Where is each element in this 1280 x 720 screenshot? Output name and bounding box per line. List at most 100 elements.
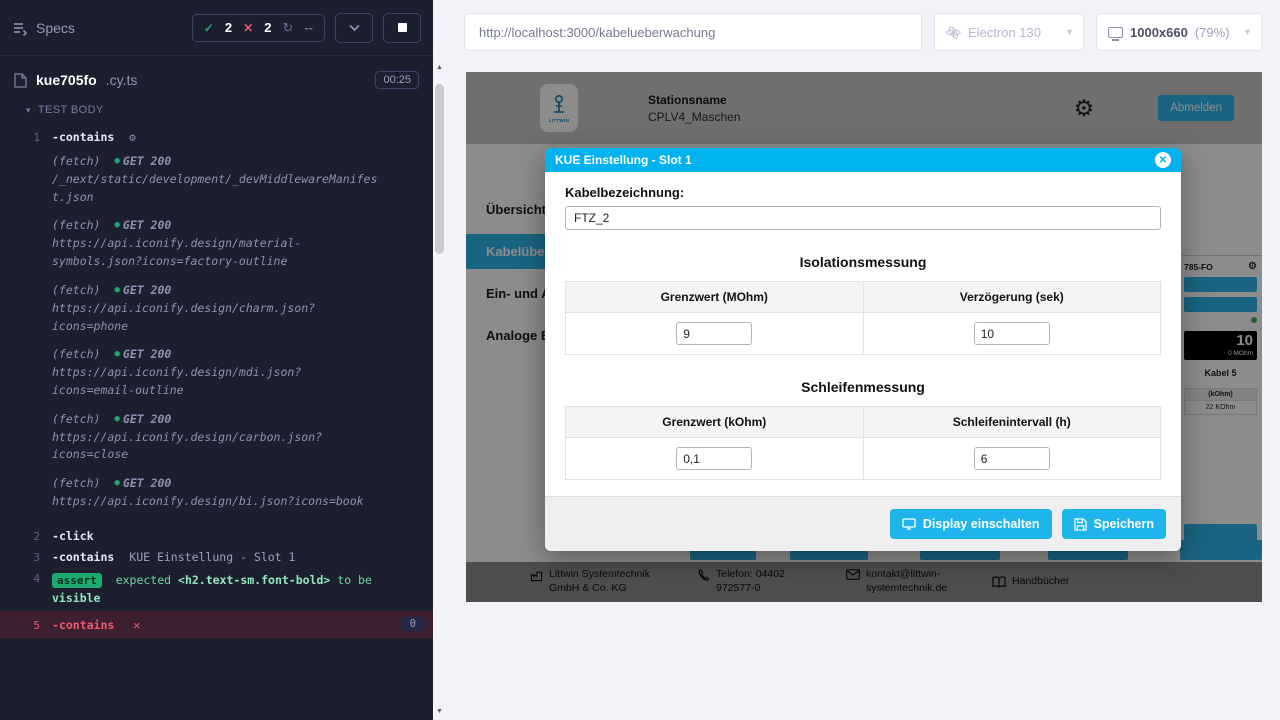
fetch-url: https://api.iconify.design/material-symb… [52,235,382,271]
test-body-label: TEST BODY [38,104,104,116]
status-dot-icon: ● [114,219,119,233]
pending-count: -- [304,20,313,35]
fail-x-icon: ✕ [133,618,140,632]
fetch-status: GET 200 [123,217,171,235]
viewport-selector[interactable]: 1000x660 (79%) ▾ [1096,13,1262,51]
spec-extension: .cy.ts [106,72,138,88]
fetch-label: (fetch) [52,153,100,171]
schleife-grenzwert-input[interactable] [676,447,752,470]
network-log-entry[interactable]: (fetch) ● GET 200 https://api.iconify.desi… [52,217,382,270]
modal-title: KUE Einstellung - Slot 1 [555,153,692,167]
chevron-down-icon [349,24,360,32]
spec-row[interactable]: kue705fo .cy.ts 00:25 [0,56,433,98]
network-log-entry[interactable]: (fetch) ● GET 200 https://api.iconify.desi… [52,475,382,511]
command-number: 2 [0,528,52,543]
scroll-up-icon[interactable]: ▲ [433,64,446,71]
command-name: contains [52,618,114,632]
display-einschalten-button[interactable]: Display einschalten [890,509,1052,539]
match-count-badge: 0 [401,617,425,631]
stop-button[interactable] [383,13,421,43]
fetch-status: GET 200 [123,153,171,171]
close-icon[interactable]: ✕ [1155,152,1171,168]
column-header: Verzögerung (sek) [863,282,1161,313]
chevron-down-icon: ▾ [1245,27,1250,38]
electron-icon [946,25,961,40]
url-bar[interactable]: http://localhost:3000/kabelueberwachung [464,13,922,51]
column-header: Schleifenintervall (h) [863,407,1161,438]
scrollbar-thumb[interactable] [435,84,444,254]
save-floppy-icon [1074,518,1087,531]
app-under-test: LITTWIN Stationsname CPLV4_Maschen ⚙ Abm… [466,72,1262,602]
fetch-label: (fetch) [52,475,100,493]
fetch-url: https://api.iconify.design/bi.json?icons… [52,493,382,511]
column-header: Grenzwert (kOhm) [566,407,864,438]
spec-name: kue705fo [36,72,97,88]
schleifenmessung-title: Schleifenmessung [565,379,1161,395]
fetch-url: https://api.iconify.design/charm.json?ic… [52,300,382,336]
command-row-assert[interactable]: 4 assert expected <h2.text-sm.font-bold>… [0,567,433,611]
collapse-button[interactable] [335,13,373,43]
schleifenintervall-input[interactable] [974,447,1050,470]
failed-count: 2 [264,20,271,35]
kabelbezeichnung-input[interactable] [565,206,1161,230]
modal-footer: Display einschalten Speichern [545,496,1181,551]
specs-list-icon [12,20,28,36]
assert-selector: <h2.text-sm.font-bold> [178,573,330,587]
fetch-label: (fetch) [52,346,100,364]
fetch-url: /_next/static/development/_devMiddleware… [52,171,382,207]
viewport-monitor-icon [1108,27,1123,38]
fetch-status: GET 200 [123,282,171,300]
assert-text: to be [337,573,372,587]
command-log: 1 contains ⚙ (fetch)●GET 200 /_next/stat… [0,120,433,638]
viewport-size: 1000x660 [1130,25,1188,40]
browser-selector[interactable]: Electron 130 ▾ [934,13,1084,51]
assert-expectation: visible [52,591,100,605]
command-number: 5 [0,617,52,632]
command-row-click[interactable]: 2 click [0,525,433,546]
network-log-entry[interactable]: (fetch)●GET 200 https://api.iconify.desi… [52,411,382,464]
stop-icon [398,23,407,32]
network-log-entry[interactable]: (fetch)●GET 200 https://api.iconify.desi… [52,282,382,335]
test-body-section[interactable]: ▾ TEST BODY [0,98,433,120]
kue-settings-modal: KUE Einstellung - Slot 1 ✕ Kabelbezeichn… [545,148,1181,551]
status-dot-icon: ● [114,477,119,491]
aut-toolbar: http://localhost:3000/kabelueberwachung … [446,0,1280,64]
pending-restart-icon: ↻ [282,20,293,36]
isolationsmessung-table: Grenzwert (MOhm) Verzögerung (sek) [565,281,1161,355]
spec-duration: 00:25 [375,71,419,89]
fetch-status: GET 200 [123,411,171,429]
iso-grenzwert-input[interactable] [676,322,752,345]
network-log-entry[interactable]: (fetch)●GET 200 https://api.iconify.desi… [52,346,382,399]
command-row-contains-modal[interactable]: 3 contains KUE Einstellung - Slot 1 [0,546,433,567]
assert-text: expected [116,573,171,587]
command-row-contains[interactable]: 1 contains ⚙ (fetch)●GET 200 /_next/stat… [0,126,433,525]
fetch-url: https://api.iconify.design/carbon.json?i… [52,429,382,465]
command-number: 3 [0,549,52,564]
chevron-down-icon: ▾ [1067,27,1072,38]
fetch-status: GET 200 [123,475,171,493]
specs-label: Specs [36,20,75,36]
modal-title-bar: KUE Einstellung - Slot 1 ✕ [545,148,1181,172]
command-message: KUE Einstellung - Slot 1 [129,550,295,564]
scroll-down-icon[interactable]: ▼ [433,708,446,715]
command-number: 1 [0,129,52,144]
test-stats: ✓ 2 ✕ 2 ↻ -- [192,14,325,42]
iso-verzoegerung-input[interactable] [974,322,1050,345]
network-log-entry[interactable]: (fetch)●GET 200 /_next/static/developmen… [52,153,382,206]
passed-count: 2 [225,20,232,35]
url-text: http://localhost:3000/kabelueberwachung [479,25,715,40]
fetch-label: (fetch) [52,217,100,235]
status-dot-icon: ● [114,348,119,362]
speichern-button[interactable]: Speichern [1062,509,1166,539]
specs-button[interactable]: Specs [12,20,75,36]
caret-down-icon: ▾ [26,105,31,116]
command-number: 4 [0,570,52,585]
isolationsmessung-title: Isolationsmessung [565,254,1161,270]
viewport-zoom: (79%) [1195,25,1230,40]
failed-x-icon: ✕ [243,21,253,35]
reporter-header: Specs ✓ 2 ✕ 2 ↻ -- [0,0,433,56]
reporter-scrollbar[interactable]: ▲ ▼ [433,0,446,720]
options-gear-icon: ⚙ [129,131,136,144]
command-row-failed[interactable]: 5 contains ✕ 0 [0,611,433,638]
cypress-reporter: Specs ✓ 2 ✕ 2 ↻ -- kue705fo.cy.ts 00:25 … [0,0,433,720]
